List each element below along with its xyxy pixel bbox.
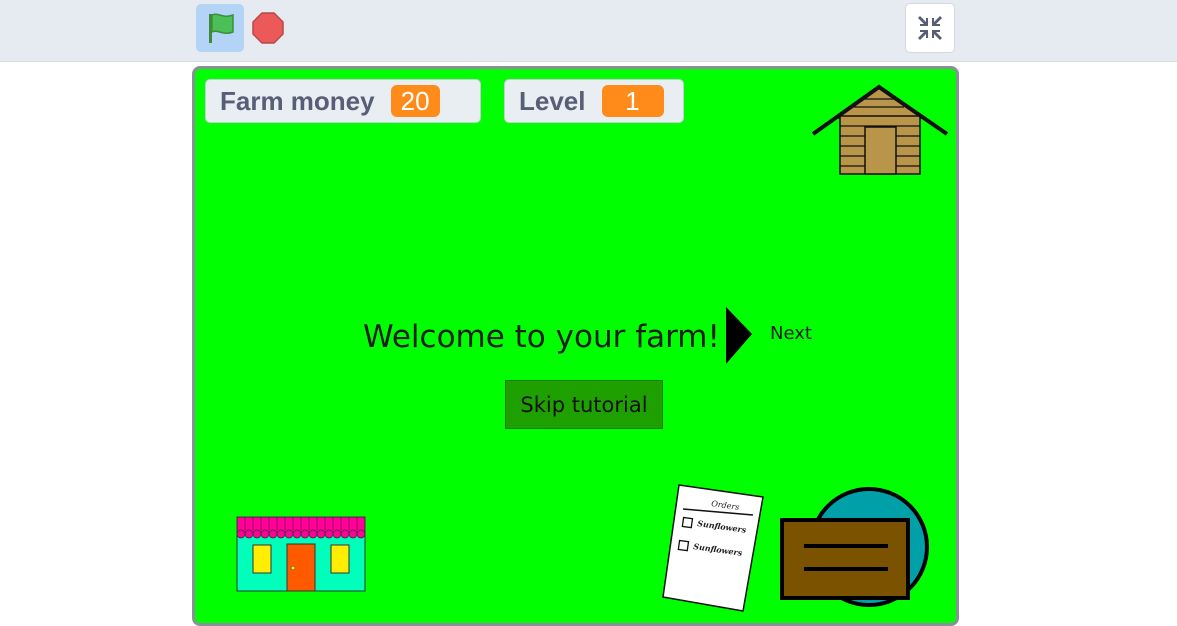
next-arrow-icon[interactable]: [724, 306, 754, 366]
barn-sprite[interactable]: [809, 83, 949, 178]
stage[interactable]: Farm money 20 Level 1 Welcome to your fa…: [192, 66, 959, 626]
exit-fullscreen-button[interactable]: [905, 3, 955, 53]
level-monitor: Level 1: [504, 79, 684, 123]
orders-list-sprite[interactable]: Orders Sunflowers Sunflowers: [659, 481, 765, 613]
green-flag-button[interactable]: [196, 4, 244, 52]
level-label: Level: [519, 85, 586, 116]
farm-money-monitor: Farm money 20: [205, 79, 481, 123]
next-label[interactable]: Next: [770, 323, 812, 344]
farm-money-value: 20: [390, 85, 440, 117]
green-flag-icon: [209, 13, 234, 43]
shop-sprite[interactable]: [235, 515, 367, 592]
level-value: 1: [601, 85, 664, 117]
stage-header: [0, 0, 1177, 62]
skip-tutorial-button[interactable]: Skip tutorial: [505, 380, 663, 429]
welcome-message: Welcome to your farm!: [363, 319, 720, 355]
stop-sign-icon: [252, 12, 284, 44]
farm-money-label: Farm money: [220, 85, 375, 116]
stop-button[interactable]: [250, 10, 286, 46]
info-sign-sprite[interactable]: [777, 485, 935, 609]
exit-fullscreen-icon: [918, 16, 942, 40]
